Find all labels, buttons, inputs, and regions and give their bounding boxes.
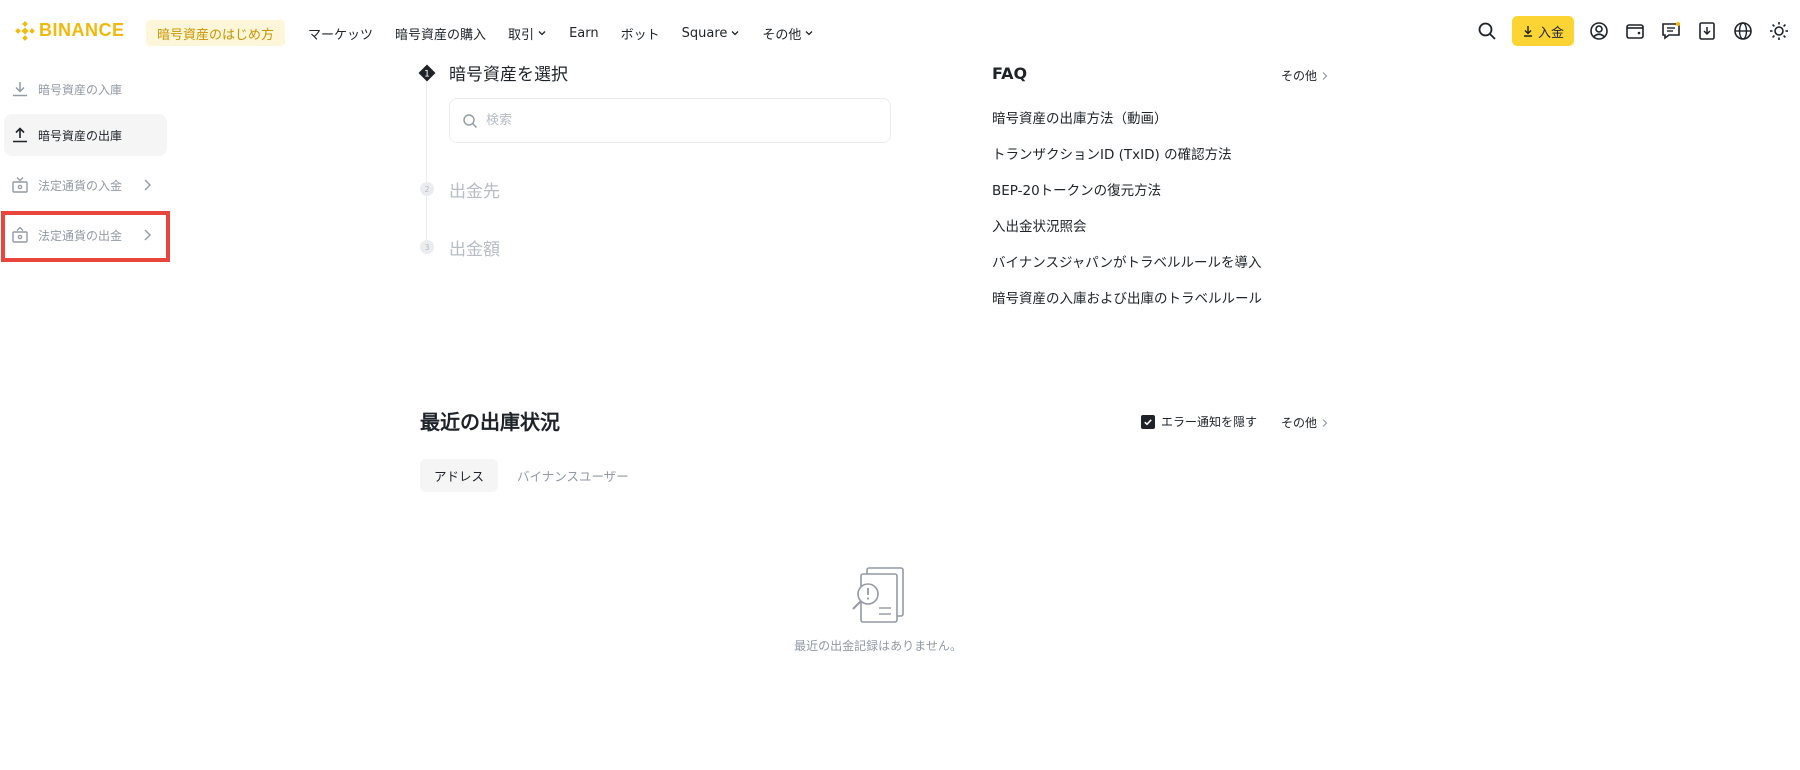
nav-label: ボット	[620, 27, 660, 43]
step-1-title: 暗号資産を選択	[449, 65, 568, 85]
sidebar-item-label: 暗号資産の出庫	[38, 128, 123, 143]
faq-more-link[interactable]: その他	[1281, 67, 1329, 84]
nav-earn[interactable]: Earn	[558, 20, 610, 46]
highlight-annotation-box	[1, 211, 170, 262]
more-label: その他	[1281, 69, 1318, 83]
faq-item[interactable]: 暗号資産の出庫方法（動画）	[992, 108, 1262, 144]
logo-text: BINANCE	[39, 20, 125, 40]
recent-more-link[interactable]: その他	[1281, 414, 1329, 431]
nav-label: 取引	[508, 27, 535, 43]
download-icon	[10, 79, 30, 99]
globe-icon[interactable]	[1732, 20, 1754, 42]
empty-records-text: 最近の出金記録はありません。	[794, 639, 962, 653]
nav-getting-started[interactable]: 暗号資産のはじめ方	[146, 20, 286, 46]
wallet-icon[interactable]	[1624, 20, 1646, 42]
crypto-search-box[interactable]	[449, 98, 891, 143]
more-label: その他	[1281, 416, 1318, 430]
nav-trade[interactable]: 取引	[497, 20, 558, 46]
empty-records-icon	[852, 567, 904, 623]
step-2-number: 2	[420, 182, 434, 196]
faq-item[interactable]: バイナンスジャパンがトラベルルールを導入	[992, 252, 1262, 288]
crypto-search-input[interactable]	[486, 113, 866, 128]
upload-icon	[10, 125, 30, 145]
search-icon[interactable]	[1476, 20, 1498, 42]
nav-bot[interactable]: ボット	[610, 20, 671, 46]
sun-icon[interactable]	[1768, 20, 1790, 42]
step-connector-line	[426, 82, 427, 250]
faq-item[interactable]: トランザクションID (TxID) の確認方法	[992, 144, 1262, 180]
nav-markets[interactable]: マーケッツ	[297, 20, 384, 46]
faq-item[interactable]: 入出金状況照会	[992, 216, 1262, 252]
hide-error-toggle[interactable]: エラー通知を隠す	[1141, 413, 1257, 430]
checkmark-icon	[1144, 418, 1152, 425]
faq-item[interactable]: BEP-20トークンの復元方法	[992, 180, 1262, 216]
faq-title: FAQ	[992, 64, 1028, 83]
top-header: BINANCE 暗号資産のはじめ方 マーケッツ 暗号資産の購入 取引 Earn …	[0, 0, 1800, 66]
chevron-right-icon	[1322, 71, 1328, 80]
step-2-title: 出金先	[449, 182, 500, 202]
step-3-number: 3	[420, 240, 434, 254]
faq-list: 暗号資産の出庫方法（動画） トランザクションID (TxID) の確認方法 BE…	[992, 108, 1262, 324]
chevron-down-icon	[731, 31, 739, 36]
search-icon	[463, 113, 477, 128]
sidebar-item-label: 暗号資産の入庫	[38, 82, 123, 97]
recent-withdrawals-title: 最近の出庫状況	[420, 410, 560, 434]
user-circle-icon[interactable]	[1588, 20, 1610, 42]
fiat-deposit-icon	[10, 175, 30, 195]
sidebar-item-crypto-withdraw[interactable]: 暗号資産の出庫	[4, 114, 167, 156]
nav-square[interactable]: Square	[671, 20, 752, 46]
sidebar-item-fiat-deposit[interactable]: 法定通貨の入金	[4, 164, 167, 206]
step-3-title: 出金額	[449, 240, 500, 260]
sidebar-item-crypto-deposit[interactable]: 暗号資産の入庫	[4, 68, 167, 110]
nav-buy-crypto[interactable]: 暗号資産の購入	[384, 20, 497, 46]
chevron-right-icon	[144, 179, 151, 191]
hide-error-checkbox[interactable]	[1141, 414, 1155, 429]
download-arrow-icon	[1523, 26, 1532, 37]
tab-binance-user[interactable]: バイナンスユーザー	[503, 459, 643, 492]
step-1-marker: 1	[418, 64, 436, 82]
sidebar-item-label: 法定通貨の入金	[38, 178, 123, 193]
tab-address[interactable]: アドレス	[420, 459, 499, 492]
download-app-icon[interactable]	[1696, 20, 1718, 42]
nav-label: 暗号資産のはじめ方	[157, 27, 275, 43]
hide-error-label: エラー通知を隠す	[1161, 415, 1258, 429]
nav-label: Square	[681, 25, 728, 41]
header-actions: 入金	[1476, 16, 1790, 46]
binance-logo[interactable]: BINANCE	[15, 20, 125, 41]
nav-label: Earn	[569, 25, 599, 41]
nav-label: 暗号資産の購入	[395, 27, 487, 43]
chevron-right-icon	[1322, 418, 1328, 427]
binance-logo-icon	[15, 20, 35, 41]
faq-item[interactable]: 暗号資産の入庫および出庫のトラベルルール	[992, 288, 1262, 324]
chevron-down-icon	[538, 31, 546, 36]
nav-more[interactable]: その他	[751, 20, 825, 46]
nav-label: マーケッツ	[308, 27, 374, 43]
main-nav: 暗号資産のはじめ方 マーケッツ 暗号資産の購入 取引 Earn ボット Squa…	[146, 20, 825, 46]
nav-label: その他	[762, 27, 802, 43]
step-1-number: 1	[424, 70, 430, 80]
chevron-down-icon	[805, 31, 813, 36]
deposit-button[interactable]: 入金	[1511, 16, 1574, 46]
deposit-label: 入金	[1537, 25, 1564, 41]
messages-icon[interactable]	[1660, 20, 1682, 42]
